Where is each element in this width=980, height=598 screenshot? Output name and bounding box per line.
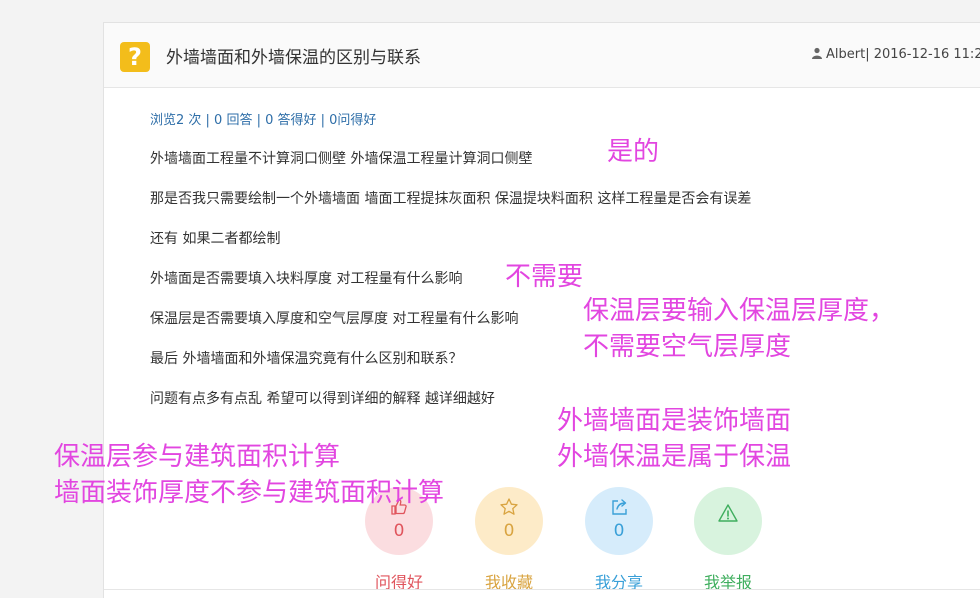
question-line-5: 保温层是否需要填入厚度和空气层厚度 对工程量有什么影响 — [150, 311, 519, 327]
share-icon — [612, 499, 627, 515]
annotation-insulation-thickness-1: 保温层要输入保温层厚度， — [583, 296, 896, 326]
question-line-1: 外墙墙面工程量不计算洞口侧壁 外墙保温工程量计算洞口侧壁 — [150, 151, 533, 167]
annotation-wall-decoration-1: 外墙墙面是装饰墙面 — [557, 406, 792, 436]
question-line-6: 最后 外墙墙面和外墙保温究竟有什么区别和联系？ — [150, 351, 463, 367]
action-favorite-circle[interactable]: 0 — [475, 487, 543, 555]
annotation-yes: 是的 — [607, 137, 660, 167]
action-report[interactable]: 我举报 — [694, 487, 762, 593]
question-meta[interactable]: Albert| 2016-12-16 11:2 — [811, 47, 980, 62]
question-title: 外墙墙面和外墙保温的区别与联系 — [166, 48, 421, 68]
question-line-4: 外墙面是否需要填入块料厚度 对工程量有什么影响 — [150, 271, 463, 287]
action-share-circle[interactable]: 0 — [585, 487, 653, 555]
question-header: ? 外墙墙面和外墙保温的区别与联系 Albert| 2016-12-16 11:… — [104, 23, 980, 88]
action-report-circle[interactable] — [694, 487, 762, 555]
warning-icon — [718, 504, 738, 522]
favorite-count: 0 — [503, 521, 515, 541]
star-icon — [500, 498, 518, 515]
user-icon — [812, 47, 822, 59]
annotation-building-area-2: 墙面装饰厚度不参与建筑面积计算 — [54, 478, 445, 508]
annotation-not-needed: 不需要 — [505, 262, 584, 292]
action-share[interactable]: 0 我分享 — [585, 487, 653, 593]
card-divider — [104, 589, 980, 590]
question-mark-icon: ? — [120, 42, 150, 72]
annotation-building-area-1: 保温层参与建筑面积计算 — [54, 442, 341, 472]
share-count: 0 — [613, 521, 625, 541]
question-stats[interactable]: 浏览2 次 | 0 回答 | 0 答得好 | 0问得好 — [150, 109, 376, 128]
question-line-7: 问题有点多有点乱 希望可以得到详细的解释 越详细越好 — [150, 391, 495, 407]
good-question-count: 0 — [393, 521, 405, 541]
annotation-wall-decoration-2: 外墙保温是属于保温 — [557, 442, 792, 472]
question-line-3: 还有 如果二者都绘制 — [150, 231, 281, 247]
action-favorite[interactable]: 0 我收藏 — [475, 487, 543, 593]
annotation-insulation-thickness-2: 不需要空气层厚度 — [583, 332, 792, 362]
author-and-date: Albert| 2016-12-16 11:2 — [826, 47, 980, 62]
question-line-2: 那是否我只需要绘制一个外墙墙面 墙面工程提抹灰面积 保温提块料面积 这样工程量是… — [150, 191, 752, 207]
